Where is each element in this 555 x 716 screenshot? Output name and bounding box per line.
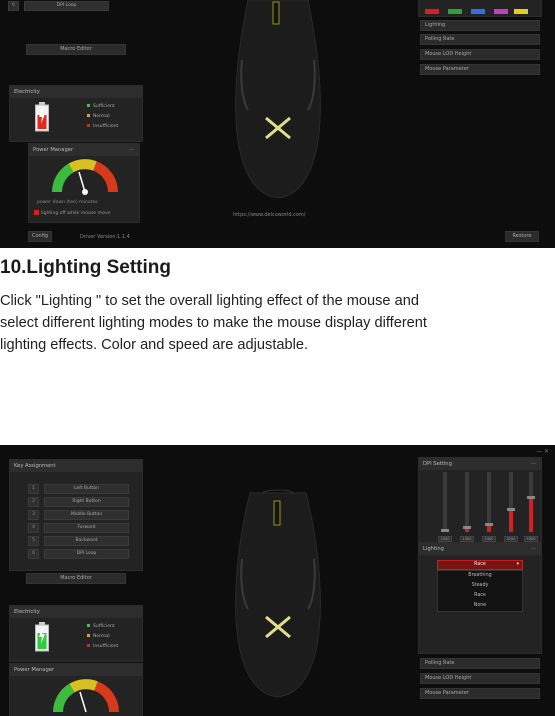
config-button[interactable]: Config [28,231,52,242]
color-swatch[interactable] [514,9,528,14]
legend-insufficient: Insufficient [87,124,118,129]
mouse-image [235,0,321,199]
lighting-option-breathing[interactable]: Breathing [438,571,522,581]
paragraph-line: lighting effects. Color and speed are ad… [0,337,309,353]
legend-dot [87,634,90,637]
key-label: DPI Loop [24,1,109,11]
color-swatch[interactable] [494,9,508,14]
dpi-slider-fill [529,499,533,532]
key-number: 3 [28,510,39,520]
electricity-title: Electricity [10,86,142,98]
checkbox-checked[interactable] [34,210,39,215]
menu-lod-height[interactable]: Mouse LOD Height [420,49,540,60]
dpi-setting-title: DPI Setting — [419,458,541,470]
chevron-down-icon: ▾ [516,562,519,567]
key-label: Backward [44,536,129,546]
legend-dot [87,644,90,647]
section-paragraph: Click "Lighting " to set the overall lig… [0,290,555,356]
website-link[interactable]: https://www.delcoworld.com/ [233,212,306,218]
collapse-icon[interactable]: — [129,144,134,156]
menu-polling-rate[interactable]: Polling Rate [420,658,540,669]
driver-version: Driver Version:1.1.4 [80,234,130,240]
electricity-panel: Electricity Sufficient Normal Insufficie… [9,85,143,142]
menu-lighting[interactable]: Lighting [420,20,540,31]
mouse-image [235,489,321,698]
color-swatch[interactable] [425,9,439,14]
key-number: 6 [8,1,19,11]
restore-button[interactable]: Restore [505,231,539,242]
collapse-icon[interactable]: — [531,543,536,555]
key-assignment-title: Key Assignment [10,460,142,472]
collapse-icon[interactable]: — [531,458,536,470]
dpi-slider-handle[interactable] [441,529,449,532]
key-label: DPI Loop [44,549,129,559]
key-label: Middle Button [44,510,129,520]
key-number: 6 [28,549,39,559]
dpi-slider-track[interactable] [441,472,449,532]
electricity-title: Electricity [10,606,142,618]
legend-sufficient: Sufficient [87,104,115,109]
lighting-mode-list: Breathing Steady Race None [437,570,523,612]
legend-dot [87,124,90,127]
dpi-slider-fill [487,526,491,532]
lighting-option-steady[interactable]: Steady [438,581,522,591]
legend-dot [87,104,90,107]
battery-icon [35,622,49,652]
dpi-slider-fill [465,529,469,532]
lighting-title: Lighting — [419,543,541,555]
dpi-slider-track[interactable] [463,472,471,532]
driver-screenshot-top: 6 DPI Loop Macro Editor Electricity Suff… [0,0,555,248]
power-manager-panel: Power Manager — power down (ten) minutes… [28,143,140,223]
menu-lod-height[interactable]: Mouse LOD Height [420,673,540,684]
key-number: 5 [28,536,39,546]
power-manager-title: Power Manager [10,664,142,676]
section-title: 10.Lighting Setting [0,257,171,278]
key-label: Right Button [44,497,129,507]
legend-sufficient: Sufficient [87,624,115,629]
lighting-option-none[interactable]: None [438,601,522,611]
key-number: 2 [28,497,39,507]
menu-mouse-parameter[interactable]: Mouse Parameter [420,688,540,699]
legend-dot [87,624,90,627]
macro-editor-button[interactable]: Macro Editor [26,573,126,584]
legend-dot [87,114,90,117]
lighting-mode-select[interactable]: Race ▾ [437,560,523,570]
menu-polling-rate[interactable]: Polling Rate [420,34,540,45]
power-down-text: power down (ten) minutes [37,200,98,205]
key-number: 1 [28,484,39,494]
dpi-slider-handle[interactable] [485,523,493,526]
lighting-off-option[interactable]: lighting off while mouse move [34,210,110,216]
legend-normal: Normal [87,634,110,639]
power-manager-panel: Power Manager [9,663,143,716]
power-gauge-icon [52,159,118,195]
dpi-slider-track[interactable] [507,472,515,532]
color-swatch[interactable] [448,9,462,14]
power-manager-title: Power Manager — [29,144,139,156]
window-controls[interactable]: — ✕ [536,448,549,455]
key-number: 4 [28,523,39,533]
paragraph-line: Click "Lighting " to set the overall lig… [0,293,419,309]
dpi-slider-handle[interactable] [463,526,471,529]
dpi-slider-track[interactable] [485,472,493,532]
macro-editor-button[interactable]: Macro Editor [26,44,126,55]
dpi-setting-panel: DPI Setting — 1000 1500 2400 3200 5000 [418,457,542,550]
electricity-panel: Electricity Sufficient Normal Insufficie… [9,605,143,662]
legend-normal: Normal [87,114,110,119]
color-swatch[interactable] [471,9,485,14]
paragraph-line: select different lighting modes to make … [0,315,427,331]
key-label: Left Button [44,484,129,494]
lighting-option-race[interactable]: Race [438,591,522,601]
dpi-slider-handle[interactable] [527,496,535,499]
legend-insufficient: Insufficient [87,644,118,649]
dpi-slider-handle[interactable] [507,508,515,511]
key-label: Forward [44,523,129,533]
dpi-slider-fill [509,511,513,532]
battery-icon [35,102,49,132]
power-gauge-icon [53,679,119,713]
lighting-panel: Lighting — Race ▾ Breathing Steady Race … [418,542,542,654]
driver-screenshot-bottom: — ✕ Key Assignment 1 Left Button 2 Right… [0,445,555,716]
menu-mouse-parameter[interactable]: Mouse Parameter [420,64,540,75]
dpi-slider-track[interactable] [527,472,535,532]
